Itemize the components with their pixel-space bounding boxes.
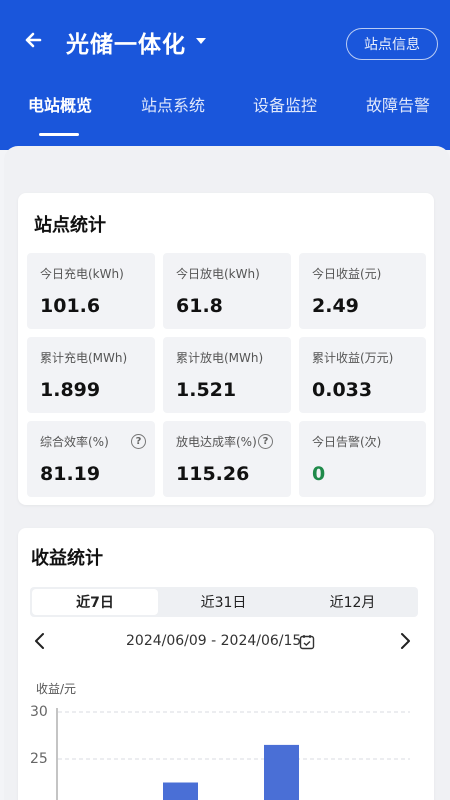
revenue-title: 收益统计: [31, 548, 103, 569]
tab-site-system[interactable]: 站点系统: [141, 92, 205, 116]
stat-label: 综合效率(%): [40, 435, 109, 449]
chart-bar[interactable]: [264, 744, 299, 800]
stat-today-charge: 今日充电(kWh) 101.6: [27, 253, 155, 329]
stat-value: 101.6: [40, 295, 101, 317]
stat-total-charge: 累计充电(MWh) 1.899: [27, 337, 155, 413]
stat-overall-efficiency: 综合效率(%) ? 81.19: [27, 421, 155, 497]
tab-bar: 电站概览 站点系统 设备监控 故障告警: [0, 92, 450, 122]
active-tab-indicator: [39, 133, 79, 136]
stat-total-discharge: 累计放电(MWh) 1.521: [163, 337, 291, 413]
stat-total-revenue: 累计收益(万元) 0.033: [299, 337, 426, 413]
period-31d[interactable]: 近31日: [159, 587, 288, 617]
site-stats-card: 站点统计 今日充电(kWh) 101.6 今日放电(kWh) 61.8 今日收益…: [18, 193, 434, 505]
tab-device-monitor[interactable]: 设备监控: [253, 92, 317, 116]
back-arrow-icon[interactable]: [20, 26, 48, 54]
period-selector: 近7日 近31日 近12月: [30, 587, 418, 617]
date-range-label[interactable]: 2024/06/09 - 2024/06/15: [126, 633, 301, 649]
y-axis-label: 收益/元: [36, 682, 77, 696]
stat-label: 放电达成率(%): [176, 435, 257, 449]
app-header: 光储一体化 站点信息 电站概览 站点系统 设备监控 故障告警: [0, 0, 450, 150]
stat-value: 61.8: [176, 295, 223, 317]
help-icon[interactable]: ?: [258, 434, 273, 449]
stat-value: 0.033: [312, 379, 373, 401]
stat-label: 今日告警(次): [312, 435, 382, 449]
help-icon[interactable]: ?: [131, 434, 146, 449]
stat-value: 0: [312, 463, 326, 485]
stat-label: 累计放电(MWh): [176, 351, 264, 365]
stat-today-alarms: 今日告警(次) 0: [299, 421, 426, 497]
stat-value: 81.19: [40, 463, 101, 485]
stat-value: 115.26: [176, 463, 250, 485]
stat-label: 累计充电(MWh): [40, 351, 128, 365]
stat-today-revenue: 今日收益(元) 2.49: [299, 253, 426, 329]
chart-bar[interactable]: [163, 782, 198, 800]
stat-discharge-rate: 放电达成率(%) ? 115.26: [163, 421, 291, 497]
stat-value: 1.899: [40, 379, 101, 401]
stat-label: 累计收益(万元): [312, 351, 394, 365]
calendar-icon[interactable]: [299, 634, 315, 650]
page-title: 光储一体化: [66, 32, 186, 58]
chevron-down-icon[interactable]: [196, 38, 206, 44]
stat-today-discharge: 今日放电(kWh) 61.8: [163, 253, 291, 329]
stat-label: 今日收益(元): [312, 267, 382, 281]
chevron-right-icon[interactable]: [398, 632, 412, 650]
station-info-button[interactable]: 站点信息: [346, 28, 438, 60]
tab-overview[interactable]: 电站概览: [28, 92, 92, 116]
period-12m[interactable]: 近12月: [288, 587, 417, 617]
stat-value: 1.521: [176, 379, 237, 401]
period-7d[interactable]: 近7日: [32, 589, 158, 615]
site-stats-title: 站点统计: [34, 215, 106, 236]
tab-fault-alarm[interactable]: 故障告警: [366, 92, 430, 116]
stat-value: 2.49: [312, 295, 359, 317]
stat-label: 今日放电(kWh): [176, 267, 260, 281]
stat-label: 今日充电(kWh): [40, 267, 124, 281]
chevron-left-icon[interactable]: [33, 632, 47, 650]
revenue-chart: [56, 708, 410, 800]
